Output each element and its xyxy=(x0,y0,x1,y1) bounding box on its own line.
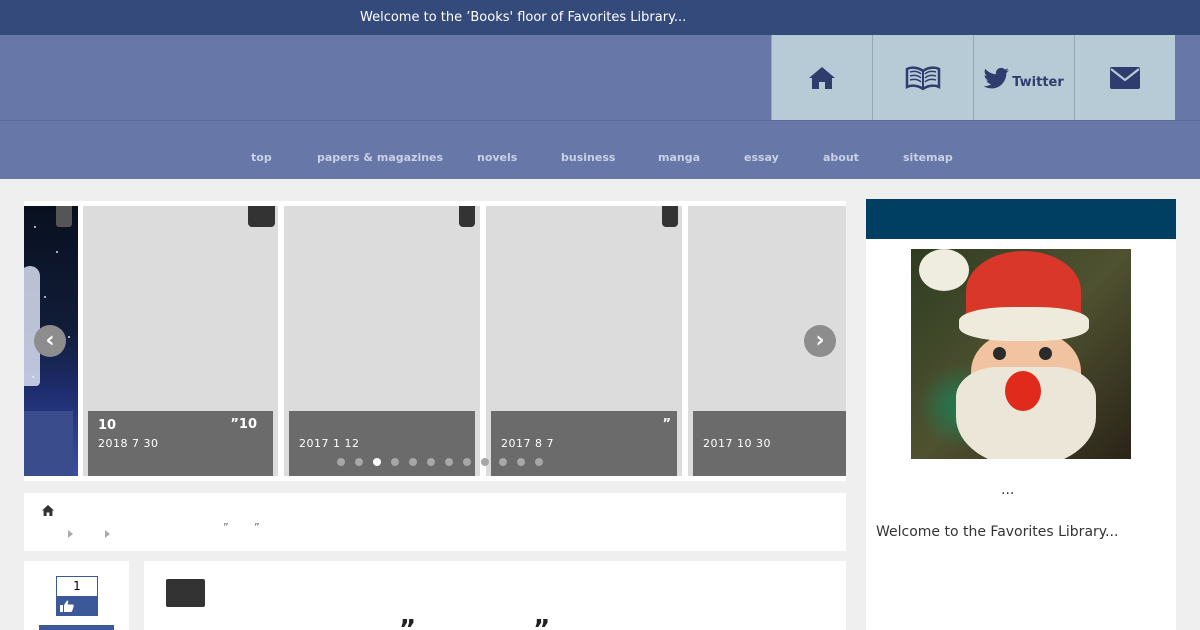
carousel-dot[interactable] xyxy=(373,458,381,466)
nav-item-about[interactable]: about xyxy=(823,151,859,164)
carousel-dot[interactable] xyxy=(499,458,507,466)
slide-caption-quote: ”10 xyxy=(230,417,257,432)
carousel-dot[interactable] xyxy=(427,458,435,466)
thumbs-up-icon xyxy=(60,600,74,612)
category-tag[interactable] xyxy=(166,579,205,607)
site-header: Twitter xyxy=(0,35,1200,121)
carousel-dot[interactable] xyxy=(481,458,489,466)
slide-caption-date: 2018 7 30 xyxy=(98,437,159,450)
book-icon xyxy=(905,65,941,90)
mail-icon xyxy=(1110,66,1140,89)
carousel-dots xyxy=(337,458,543,466)
twitter-label: Twitter xyxy=(1012,75,1064,90)
book-button[interactable] xyxy=(872,35,973,120)
slide-tag xyxy=(248,206,275,227)
silhouette-figure xyxy=(24,266,40,386)
carousel-prev-button[interactable]: ‹ xyxy=(34,325,66,357)
avatar-hat-brim xyxy=(959,307,1089,341)
sidebar-header-bar xyxy=(866,199,1176,239)
slide-tag xyxy=(459,206,475,227)
slide-tag xyxy=(56,206,72,227)
slide-caption: 2017 10 30 xyxy=(693,411,846,476)
home-button[interactable] xyxy=(771,35,872,120)
carousel-dot[interactable] xyxy=(391,458,399,466)
breadcrumb-current-quote: ” xyxy=(223,521,229,534)
carousel-next-button[interactable]: › xyxy=(804,325,836,357)
avatar-nose xyxy=(1005,371,1041,411)
avatar-pompom xyxy=(919,249,969,291)
featured-carousel: 10 ”10 2018 7 30 2017 1 12 ” 2017 8 7 20… xyxy=(24,201,846,481)
top-bar: Welcome to the ’Books' floor of Favorite… xyxy=(0,0,1200,35)
carousel-dot[interactable] xyxy=(409,458,417,466)
carousel-dot[interactable] xyxy=(463,458,471,466)
facebook-like-widget[interactable]: 1 xyxy=(56,576,98,616)
like-count: 1 xyxy=(56,576,98,596)
carousel-slide[interactable]: ” 2017 8 7 xyxy=(486,206,682,476)
breadcrumb-separator xyxy=(68,530,73,538)
avatar-eye xyxy=(1039,347,1052,360)
twitter-icon xyxy=(984,67,1010,88)
home-icon xyxy=(809,66,835,89)
carousel-slide[interactable]: 2017 1 12 xyxy=(284,206,480,476)
twitter-button[interactable]: Twitter xyxy=(973,35,1074,120)
welcome-message: Welcome to the ’Books' floor of Favorite… xyxy=(360,10,687,25)
avatar-eye xyxy=(993,347,1006,360)
mail-button[interactable] xyxy=(1074,35,1175,120)
slide-caption-quote: ” xyxy=(662,417,671,432)
breadcrumb-separator xyxy=(105,530,110,538)
nav-item-business[interactable]: business xyxy=(561,151,615,164)
article-title: ” ” xyxy=(399,615,605,630)
slide-caption-date: 2017 10 30 xyxy=(703,437,771,450)
carousel-dot[interactable] xyxy=(517,458,525,466)
slide-caption: 10 ”10 2018 7 30 xyxy=(88,411,273,476)
sidebar-welcome-text: Welcome to the Favorites Library... xyxy=(876,524,1119,540)
carousel-dot[interactable] xyxy=(337,458,345,466)
facebook-share-button[interactable] xyxy=(39,625,114,630)
home-icon[interactable] xyxy=(42,505,54,516)
facebook-like-button[interactable] xyxy=(56,596,98,616)
nav-item-novels[interactable]: novels xyxy=(477,151,517,164)
breadcrumb-current-quote: ” xyxy=(254,521,260,534)
slide-tag xyxy=(662,206,678,227)
sidebar: ... Welcome to the Favorites Library... xyxy=(866,199,1176,630)
nav-item-essay[interactable]: essay xyxy=(744,151,779,164)
slide-caption-date: 2017 1 12 xyxy=(299,437,360,450)
carousel-dot[interactable] xyxy=(355,458,363,466)
carousel-dot[interactable] xyxy=(445,458,453,466)
carousel-dot[interactable] xyxy=(535,458,543,466)
nav-item-sitemap[interactable]: sitemap xyxy=(903,151,953,164)
profile-avatar xyxy=(911,249,1131,459)
main-nav: top papers & magazines novels business m… xyxy=(0,121,1200,179)
slide-caption-number: 10 xyxy=(98,418,117,433)
nav-item-top[interactable]: top xyxy=(251,151,272,164)
slide-caption-band xyxy=(24,411,73,476)
slide-caption: 2017 1 12 xyxy=(289,411,475,476)
slide-caption-date: 2017 8 7 xyxy=(501,437,554,450)
sidebar-ellipsis: ... xyxy=(1001,482,1015,498)
article-body: ” ” xyxy=(144,561,846,630)
share-panel: 1 xyxy=(24,561,129,630)
nav-item-papers-magazines[interactable]: papers & magazines xyxy=(317,151,443,164)
carousel-slide[interactable]: 10 ”10 2018 7 30 xyxy=(83,206,278,476)
slide-caption: ” 2017 8 7 xyxy=(491,411,677,476)
nav-item-manga[interactable]: manga xyxy=(658,151,700,164)
breadcrumb: ” ” xyxy=(24,493,846,551)
